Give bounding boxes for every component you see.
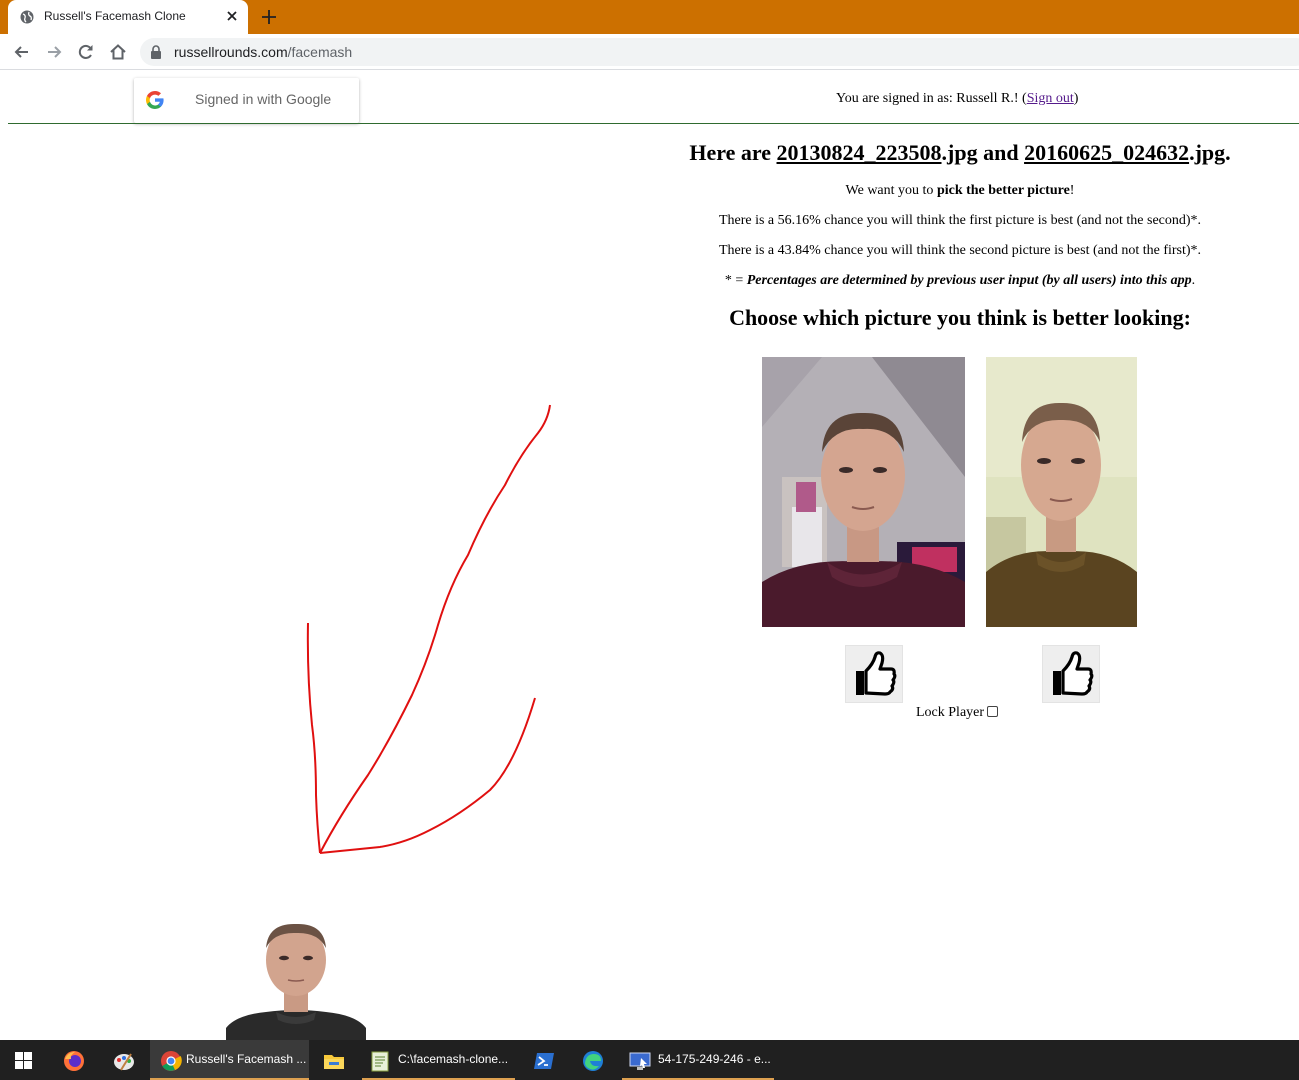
edge-icon bbox=[583, 1051, 603, 1071]
sign-out-link[interactable]: Sign out bbox=[1027, 91, 1074, 106]
page-title: Here are 20130824_223508.jpg and 2016062… bbox=[689, 140, 1231, 165]
vote-second-button[interactable] bbox=[1042, 645, 1100, 703]
start-button[interactable] bbox=[0, 1040, 48, 1080]
paint-icon bbox=[114, 1053, 134, 1071]
address-bar[interactable]: russellrounds.com/facemash bbox=[140, 38, 1299, 66]
lock-player-label: Lock Player bbox=[916, 705, 985, 720]
taskbar-notepad-window[interactable]: C:\facemash-clone... bbox=[362, 1040, 515, 1080]
google-signin-label: Signed in with Google bbox=[195, 91, 332, 107]
forward-arrow-icon[interactable] bbox=[44, 42, 64, 62]
back-arrow-icon[interactable] bbox=[12, 42, 32, 62]
taskbar-firefox[interactable] bbox=[50, 1040, 98, 1080]
taskbar-paint[interactable] bbox=[100, 1040, 148, 1080]
main-content: Here are 20130824_223508.jpg and 2016062… bbox=[660, 137, 1260, 331]
first-picture-chance: There is a 56.16% chance you will think … bbox=[718, 213, 1202, 228]
thumbs-up-icon bbox=[1053, 651, 1094, 696]
lock-icon[interactable] bbox=[150, 45, 162, 59]
home-icon[interactable] bbox=[108, 42, 128, 62]
powershell-icon bbox=[534, 1053, 554, 1069]
firefox-icon bbox=[64, 1051, 84, 1071]
annotation-arrow bbox=[306, 404, 551, 854]
first-candidate-photo[interactable] bbox=[762, 357, 965, 627]
taskbar-remote-desktop-window[interactable]: 54-175-249-246 - e... bbox=[622, 1040, 774, 1080]
vote-first-button[interactable] bbox=[845, 645, 903, 703]
lock-player-control: Lock Player bbox=[916, 705, 999, 721]
taskbar-chrome-window[interactable]: Russell's Facemash ... bbox=[150, 1040, 309, 1080]
choose-heading: Choose which picture you think is better… bbox=[729, 305, 1191, 330]
first-image-name: 20130824_223508 bbox=[776, 140, 942, 165]
tab-title: Russell's Facemash Clone bbox=[44, 9, 186, 23]
signed-in-status: You are signed in as: Russell R.! (Sign … bbox=[836, 91, 1079, 106]
windows-start-icon bbox=[15, 1052, 32, 1069]
header-divider bbox=[8, 123, 1299, 124]
browser-toolbar: russellrounds.com/facemash bbox=[0, 34, 1299, 70]
google-g-icon bbox=[146, 91, 164, 109]
taskbar-powershell[interactable] bbox=[520, 1040, 568, 1080]
taskbar-file-explorer[interactable] bbox=[311, 1040, 359, 1080]
percentage-footnote: * = Percentages are determined by previo… bbox=[724, 273, 1196, 288]
url-text: russellrounds.com/facemash bbox=[174, 44, 353, 60]
browser-tab-bar: Russell's Facemash Clone bbox=[0, 0, 1299, 34]
windows-taskbar: Russell's Facemash ... C:\facemash-clone… bbox=[0, 1040, 1299, 1080]
thumbs-up-icon bbox=[856, 651, 897, 696]
taskbar-edge[interactable] bbox=[570, 1040, 618, 1080]
webcam-overlay bbox=[226, 923, 366, 1040]
file-explorer-icon bbox=[324, 1055, 344, 1069]
google-signin-button[interactable]: Signed in with Google bbox=[134, 78, 359, 123]
new-tab-icon[interactable] bbox=[260, 8, 278, 26]
close-tab-icon[interactable] bbox=[224, 8, 240, 24]
second-image-name: 20160625_024632 bbox=[1024, 140, 1190, 165]
taskbar-remote-desktop-label: 54-175-249-246 - e... bbox=[658, 1052, 771, 1066]
lock-player-checkbox[interactable] bbox=[987, 706, 999, 717]
reload-icon[interactable] bbox=[76, 42, 96, 62]
taskbar-notepad-label: C:\facemash-clone... bbox=[398, 1052, 509, 1066]
chrome-icon bbox=[161, 1051, 182, 1071]
instruction-text: We want you to pick the better picture! bbox=[845, 183, 1075, 198]
taskbar-chrome-label: Russell's Facemash ... bbox=[186, 1052, 307, 1066]
globe-icon bbox=[20, 10, 34, 24]
second-candidate-photo[interactable] bbox=[986, 357, 1137, 627]
second-picture-chance: There is a 43.84% chance you will think … bbox=[718, 243, 1202, 258]
remote-desktop-icon bbox=[629, 1052, 651, 1070]
browser-tab-active[interactable]: Russell's Facemash Clone bbox=[8, 0, 248, 34]
notepad-icon bbox=[371, 1051, 389, 1072]
